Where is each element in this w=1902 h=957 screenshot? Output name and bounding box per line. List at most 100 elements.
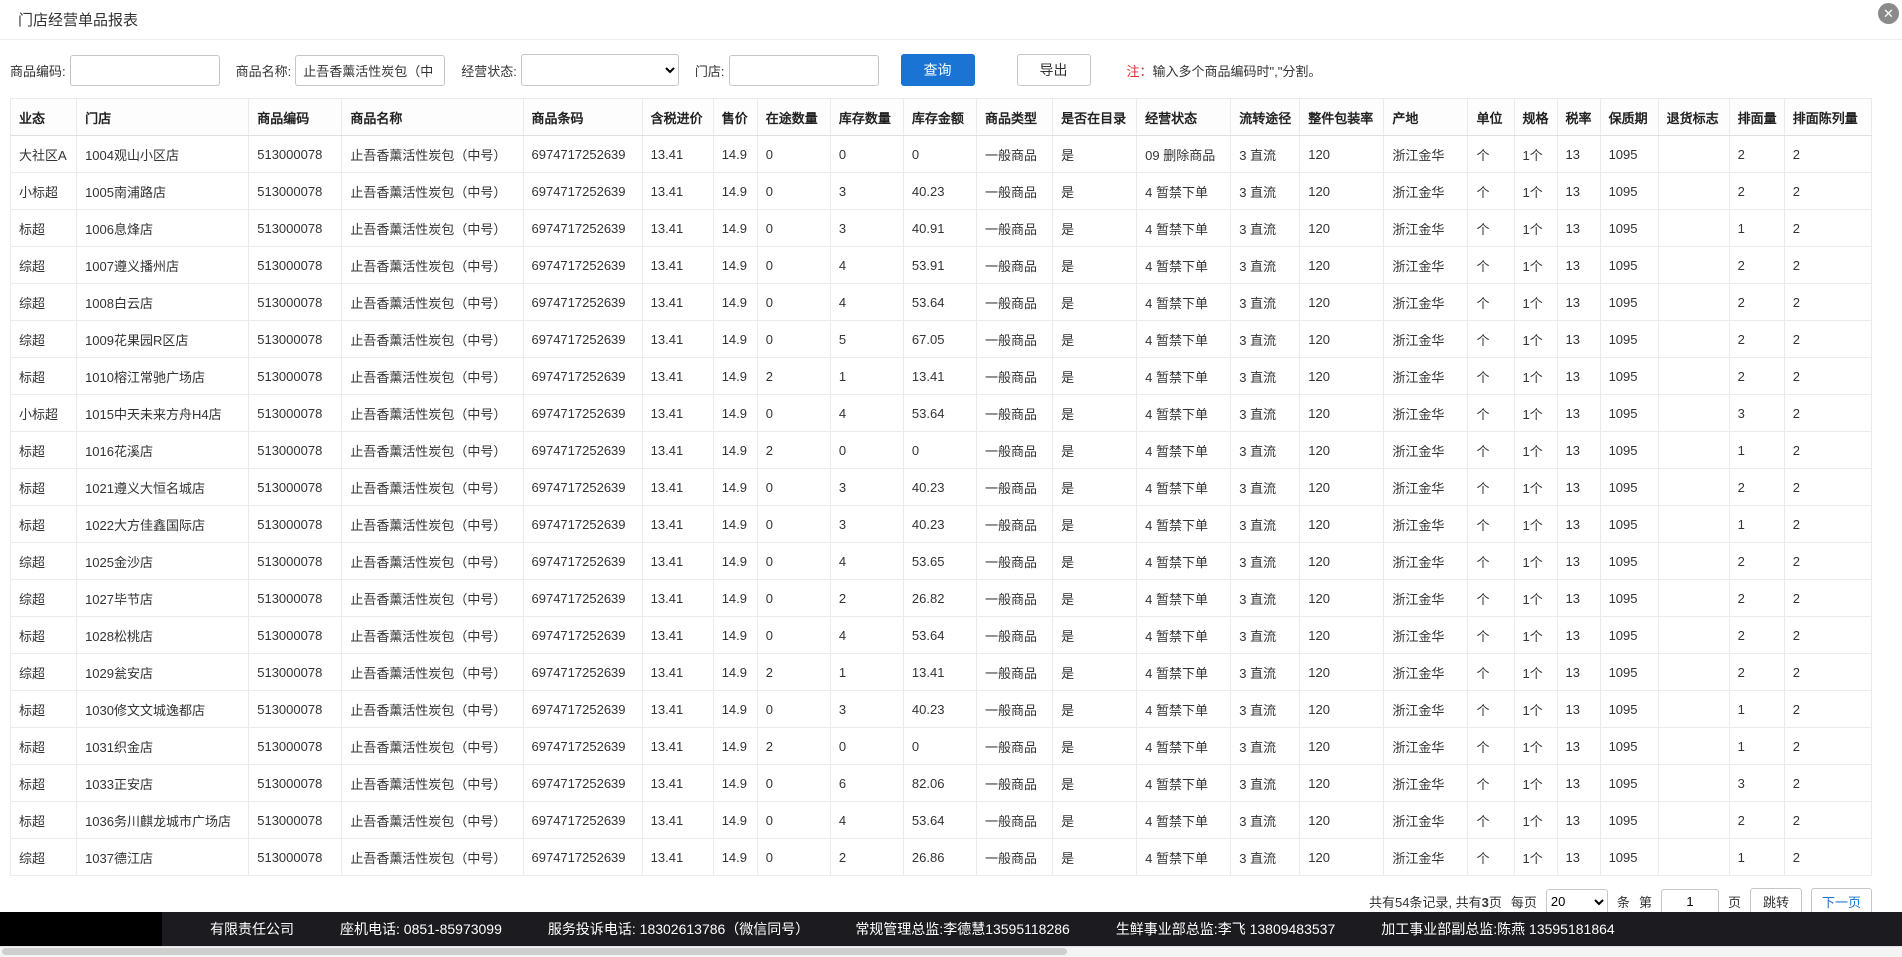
cell-shelf-display-qty: 2 (1784, 210, 1871, 247)
cell-sale-price: 14.9 (713, 802, 757, 839)
cell-barcode: 6974717252639 (523, 617, 642, 654)
cell-display-qty: 1 (1729, 839, 1784, 876)
cell-circulation: 3 直流 (1231, 728, 1300, 765)
per-page-select[interactable]: 20 (1546, 889, 1608, 915)
cell-unit: 个 (1468, 173, 1514, 210)
cell-product-code: 513000078 (249, 395, 342, 432)
cell-barcode: 6974717252639 (523, 728, 642, 765)
cell-display-qty: 3 (1729, 765, 1784, 802)
cell-stock-amount: 40.91 (903, 210, 976, 247)
cell-stock-amount: 40.23 (903, 173, 976, 210)
cell-business-type: 综超 (11, 247, 77, 284)
column-header-tax-rate: 税率 (1557, 99, 1600, 136)
cell-purchase-price: 13.41 (642, 802, 713, 839)
cell-in-transit-qty: 0 (757, 173, 830, 210)
cell-product-type: 一般商品 (976, 210, 1052, 247)
cell-store: 1027毕节店 (77, 580, 249, 617)
cell-business-type: 综超 (11, 580, 77, 617)
cell-origin: 浙江金华 (1384, 728, 1468, 765)
table-row: 标超1022大方佳鑫国际店513000078止吾香薰活性炭包（中号）697471… (11, 506, 1872, 543)
cell-package-rate: 120 (1300, 247, 1384, 284)
cell-unit: 个 (1468, 284, 1514, 321)
cell-store: 1030修文文城逸都店 (77, 691, 249, 728)
column-header-circulation: 流转途径 (1231, 99, 1300, 136)
cell-product-type: 一般商品 (976, 432, 1052, 469)
cell-barcode: 6974717252639 (523, 654, 642, 691)
cell-package-rate: 120 (1300, 469, 1384, 506)
cell-stock-qty: 0 (830, 432, 903, 469)
cell-business-type: 综超 (11, 321, 77, 358)
jump-button[interactable]: 跳转 (1750, 888, 1802, 915)
cell-shelf-life: 1095 (1600, 506, 1658, 543)
horizontal-scrollbar[interactable] (0, 946, 1902, 957)
cell-in-catalog: 是 (1053, 321, 1137, 358)
cell-purchase-price: 13.41 (642, 691, 713, 728)
cell-purchase-price: 13.41 (642, 136, 713, 173)
cell-product-code: 513000078 (249, 654, 342, 691)
next-page-button[interactable]: 下一页 (1811, 888, 1872, 915)
cell-origin: 浙江金华 (1384, 432, 1468, 469)
cell-shelf-life: 1095 (1600, 136, 1658, 173)
cell-barcode: 6974717252639 (523, 284, 642, 321)
page-number-input[interactable] (1661, 889, 1719, 914)
cell-store: 1006息烽店 (77, 210, 249, 247)
cell-shelf-display-qty: 2 (1784, 358, 1871, 395)
cell-product-type: 一般商品 (976, 173, 1052, 210)
cell-spec: 1个 (1514, 728, 1557, 765)
cell-shelf-life: 1095 (1600, 802, 1658, 839)
cell-sale-price: 14.9 (713, 136, 757, 173)
cell-package-rate: 120 (1300, 136, 1384, 173)
cell-tax-rate: 13 (1557, 543, 1600, 580)
cell-in-transit-qty: 0 (757, 321, 830, 358)
cell-business-type: 标超 (11, 691, 77, 728)
product-name-input[interactable] (295, 55, 445, 86)
modal-header: 门店经营单品报表 (0, 0, 1902, 40)
cell-in-transit-qty: 0 (757, 543, 830, 580)
cell-barcode: 6974717252639 (523, 321, 642, 358)
store-input[interactable] (729, 55, 879, 86)
cell-stock-amount: 13.41 (903, 654, 976, 691)
cell-circulation: 3 直流 (1231, 247, 1300, 284)
cell-shelf-display-qty: 2 (1784, 321, 1871, 358)
cell-product-code: 513000078 (249, 802, 342, 839)
cell-shelf-display-qty: 2 (1784, 506, 1871, 543)
cell-purchase-price: 13.41 (642, 284, 713, 321)
cell-shelf-life: 1095 (1600, 691, 1658, 728)
cell-package-rate: 120 (1300, 580, 1384, 617)
cell-tax-rate: 13 (1557, 432, 1600, 469)
cell-store: 1021遵义大恒名城店 (77, 469, 249, 506)
cell-product-code: 513000078 (249, 617, 342, 654)
table-row: 标超1030修文文城逸都店513000078止吾香薰活性炭包（中号）697471… (11, 691, 1872, 728)
scrollbar-thumb[interactable] (2, 948, 1067, 955)
cell-circulation: 3 直流 (1231, 284, 1300, 321)
cell-sale-price: 14.9 (713, 432, 757, 469)
cell-origin: 浙江金华 (1384, 284, 1468, 321)
export-button[interactable]: 导出 (1017, 54, 1091, 86)
cell-in-transit-qty: 0 (757, 802, 830, 839)
cell-package-rate: 120 (1300, 210, 1384, 247)
cell-return-flag (1658, 617, 1729, 654)
column-header-origin: 产地 (1384, 99, 1468, 136)
cell-circulation: 3 直流 (1231, 765, 1300, 802)
close-button[interactable]: ✕ (1878, 3, 1899, 24)
cell-origin: 浙江金华 (1384, 173, 1468, 210)
cell-return-flag (1658, 173, 1729, 210)
query-button[interactable]: 查询 (901, 54, 975, 86)
cell-in-transit-qty: 0 (757, 580, 830, 617)
cell-purchase-price: 13.41 (642, 506, 713, 543)
cell-in-transit-qty: 2 (757, 654, 830, 691)
cell-origin: 浙江金华 (1384, 321, 1468, 358)
cell-return-flag (1658, 247, 1729, 284)
cell-stock-amount: 13.41 (903, 358, 976, 395)
cell-product-code: 513000078 (249, 765, 342, 802)
product-code-input[interactable] (70, 55, 220, 86)
cell-shelf-display-qty: 2 (1784, 765, 1871, 802)
cell-return-flag (1658, 284, 1729, 321)
cell-in-transit-qty: 0 (757, 469, 830, 506)
footer-bar: 有限责任公司座机电话: 0851-85973099服务投诉电话: 1830261… (0, 912, 1902, 946)
status-select[interactable] (521, 54, 679, 86)
column-header-unit: 单位 (1468, 99, 1514, 136)
footer-item: 生鲜事业部总监:李飞 13809483537 (1116, 919, 1335, 939)
cell-unit: 个 (1468, 802, 1514, 839)
cell-shelf-life: 1095 (1600, 173, 1658, 210)
